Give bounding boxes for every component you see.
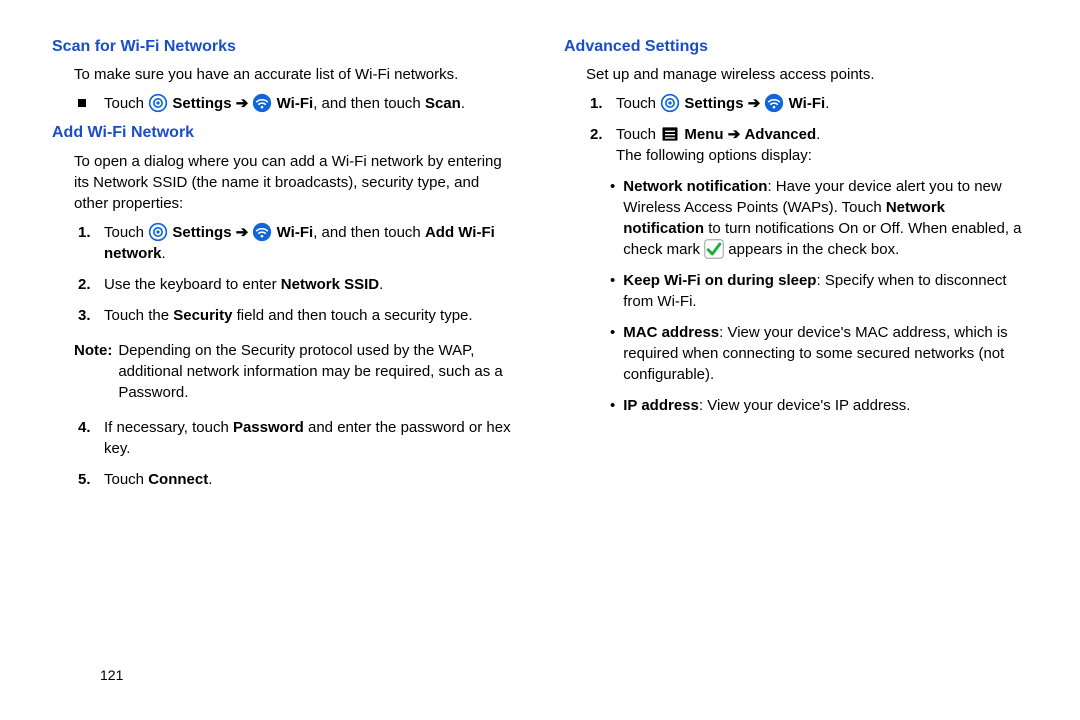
opt-label: MAC address bbox=[623, 324, 719, 341]
opt-mac-address: • MAC address: View your device's MAC ad… bbox=[610, 322, 1028, 385]
step-body: Touch Menu ➔ Advanced. The following opt… bbox=[616, 124, 1028, 166]
note-label: Note: bbox=[74, 340, 112, 403]
step-body: If necessary, touch Password and enter t… bbox=[104, 417, 516, 459]
text: : View your device's IP address. bbox=[699, 397, 911, 414]
security-label: Security bbox=[173, 307, 232, 324]
text: Touch bbox=[104, 471, 148, 488]
page-columns: Scan for Wi-Fi Networks To make sure you… bbox=[52, 36, 1028, 500]
text: The following options display: bbox=[616, 147, 812, 164]
wifi-label: Wi-Fi bbox=[277, 95, 314, 112]
arrow-icon: ➔ bbox=[748, 95, 761, 112]
menu-label: Menu bbox=[684, 126, 723, 143]
square-bullet-icon bbox=[78, 99, 86, 107]
step-number: 2. bbox=[590, 124, 616, 166]
menu-icon bbox=[660, 124, 680, 144]
opt-ip-address: • IP address: View your device's IP addr… bbox=[610, 395, 1028, 416]
scan-step-bullet: Touch Settings ➔ Wi-Fi, and then touch S… bbox=[78, 93, 516, 114]
add-step-3: 3. Touch the Security field and then tou… bbox=[78, 305, 516, 326]
add-step-5: 5. Touch Connect. bbox=[78, 469, 516, 490]
wifi-label: Wi-Fi bbox=[789, 95, 826, 112]
bullet-icon: • bbox=[610, 176, 615, 260]
connect-label: Connect bbox=[148, 471, 208, 488]
opt-body: MAC address: View your device's MAC addr… bbox=[623, 322, 1028, 385]
opt-label: Keep Wi-Fi on during sleep bbox=[623, 272, 816, 289]
bullet-icon: • bbox=[610, 395, 615, 416]
adv-step-1: 1. Touch Settings ➔ Wi-Fi. bbox=[590, 93, 1028, 114]
settings-icon bbox=[148, 93, 168, 113]
opt-body: Network notification: Have your device a… bbox=[623, 176, 1028, 260]
add-intro: To open a dialog where you can add a Wi-… bbox=[74, 151, 516, 214]
wifi-icon bbox=[252, 93, 272, 113]
step-body: Touch Connect. bbox=[104, 469, 516, 490]
text: Touch bbox=[616, 126, 660, 143]
step-number: 2. bbox=[78, 274, 104, 295]
text: If necessary, touch bbox=[104, 419, 233, 436]
add-title: Add Wi-Fi Network bbox=[52, 122, 516, 144]
step-body: Use the keyboard to enter Network SSID. bbox=[104, 274, 516, 295]
text: Touch bbox=[616, 95, 660, 112]
advanced-options: • Network notification: Have your device… bbox=[610, 176, 1028, 416]
text: appears in the check box. bbox=[728, 241, 899, 258]
step-body: Touch Settings ➔ Wi-Fi, and then touch A… bbox=[104, 222, 516, 264]
scan-label: Scan bbox=[425, 95, 461, 112]
step-number: 4. bbox=[78, 417, 104, 459]
add-steps-cont: 4. If necessary, touch Password and ente… bbox=[52, 417, 516, 490]
opt-label: Network notification bbox=[623, 178, 767, 195]
step-body: Touch the Security field and then touch … bbox=[104, 305, 516, 326]
page-number: 121 bbox=[100, 666, 123, 686]
add-step-4: 4. If necessary, touch Password and ente… bbox=[78, 417, 516, 459]
note-body: Depending on the Security protocol used … bbox=[118, 340, 516, 403]
arrow-icon: ➔ bbox=[728, 126, 741, 143]
note-block: Note: Depending on the Security protocol… bbox=[74, 340, 516, 403]
wifi-icon bbox=[764, 93, 784, 113]
scan-step-body: Touch Settings ➔ Wi-Fi, and then touch S… bbox=[104, 93, 465, 114]
settings-label: Settings bbox=[172, 224, 231, 241]
scan-intro: To make sure you have an accurate list o… bbox=[74, 64, 516, 85]
settings-label: Settings bbox=[172, 95, 231, 112]
add-step-2: 2. Use the keyboard to enter Network SSI… bbox=[78, 274, 516, 295]
opt-network-notification: • Network notification: Have your device… bbox=[610, 176, 1028, 260]
opt-keep-wifi-sleep: • Keep Wi-Fi on during sleep: Specify wh… bbox=[610, 270, 1028, 312]
bullet-icon: • bbox=[610, 322, 615, 385]
right-column: Advanced Settings Set up and manage wire… bbox=[564, 36, 1028, 500]
step-number: 3. bbox=[78, 305, 104, 326]
password-label: Password bbox=[233, 419, 304, 436]
step-number: 5. bbox=[78, 469, 104, 490]
opt-body: IP address: View your device's IP addres… bbox=[623, 395, 910, 416]
step-number: 1. bbox=[78, 222, 104, 264]
add-steps: 1. Touch Settings ➔ Wi-Fi, and then touc… bbox=[52, 222, 516, 326]
text: field and then touch a security type. bbox=[232, 307, 472, 324]
advanced-intro: Set up and manage wireless access points… bbox=[586, 64, 1028, 85]
advanced-label: Advanced bbox=[744, 126, 816, 143]
opt-body: Keep Wi-Fi on during sleep: Specify when… bbox=[623, 270, 1028, 312]
settings-icon bbox=[660, 93, 680, 113]
text: , and then touch bbox=[313, 224, 425, 241]
bullet-icon: • bbox=[610, 270, 615, 312]
ssid-label: Network SSID bbox=[281, 276, 379, 293]
opt-label: IP address bbox=[623, 397, 699, 414]
wifi-icon bbox=[252, 222, 272, 242]
text: Touch bbox=[104, 224, 148, 241]
step-number: 1. bbox=[590, 93, 616, 114]
checkmark-icon bbox=[704, 239, 724, 259]
arrow-icon: ➔ bbox=[236, 224, 249, 241]
adv-step-2: 2. Touch Menu ➔ Advanced. The following … bbox=[590, 124, 1028, 166]
arrow-icon: ➔ bbox=[236, 95, 249, 112]
add-step-1: 1. Touch Settings ➔ Wi-Fi, and then touc… bbox=[78, 222, 516, 264]
wifi-label: Wi-Fi bbox=[277, 224, 314, 241]
advanced-steps: 1. Touch Settings ➔ Wi-Fi. 2. bbox=[564, 93, 1028, 166]
text: Use the keyboard to enter bbox=[104, 276, 281, 293]
scan-title: Scan for Wi-Fi Networks bbox=[52, 36, 516, 58]
settings-icon bbox=[148, 222, 168, 242]
advanced-title: Advanced Settings bbox=[564, 36, 1028, 58]
text: , and then touch bbox=[313, 95, 425, 112]
step-body: Touch Settings ➔ Wi-Fi. bbox=[616, 93, 1028, 114]
text: Touch bbox=[104, 95, 148, 112]
text: Touch the bbox=[104, 307, 173, 324]
settings-label: Settings bbox=[684, 95, 743, 112]
left-column: Scan for Wi-Fi Networks To make sure you… bbox=[52, 36, 516, 500]
